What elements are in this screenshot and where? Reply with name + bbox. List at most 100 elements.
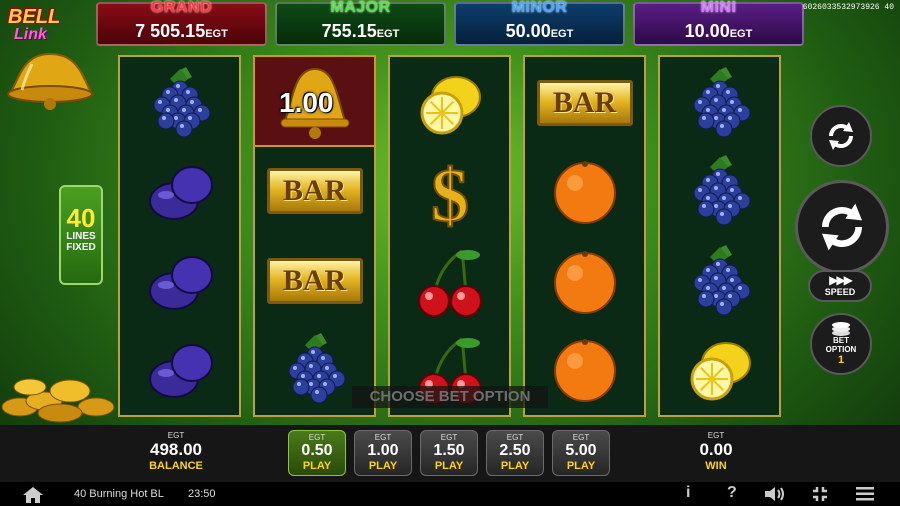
help-icon[interactable]: ? [727,484,737,502]
jackpot-grand-value: 7 505.15EGT [135,21,228,41]
bet-value: 2.50 [499,442,531,459]
jackpot-mini: MINI 10.00EGT [633,0,804,46]
jackpot-grand: GRAND 7 505.15EGT [96,0,267,46]
info-icon[interactable]: i [686,484,690,502]
sound-icon[interactable] [764,486,786,502]
bet-button-1.50[interactable]: EGT 1.50 PLAY [420,430,478,476]
lemon-symbol [390,59,509,147]
jackpot-panel: GRAND 7 505.15EGT MAJOR 755.15EGT MINOR … [96,0,806,48]
plum-symbol [120,325,239,413]
bet-option-label-2: OPTION [825,345,857,354]
bet-value: 5.00 [565,442,597,459]
reel-3: $ [388,55,511,417]
autoplay-button[interactable] [810,105,872,167]
jackpot-mini-value: 10.00EGT [684,21,753,41]
bet-button-1.00[interactable]: EGT 1.00 PLAY [354,430,412,476]
autoplay-icon [829,122,853,150]
grape-symbol [660,59,779,147]
win-label: WIN [705,460,727,472]
bar-symbol: BAR [255,147,374,235]
bet-currency: EGT [440,433,458,442]
bet-option-value: 1 [837,354,845,366]
jackpot-minor-value: 50.00EGT [505,21,574,41]
balance-value: 498.00 [150,440,202,459]
bet-button-2.50[interactable]: EGT 2.50 PLAY [486,430,544,476]
balance-label: BALANCE [149,460,203,472]
grape-icon [288,333,345,404]
fullscreen-icon[interactable] [812,486,828,502]
bar-icon: BAR [266,168,363,214]
fast-forward-icon: ▶▶▶ [829,273,853,287]
reel-1 [118,55,241,417]
lines-fixed-badge: 40 LINES FIXED [59,185,103,285]
orange-symbol [525,147,644,235]
lemon-icon [420,76,481,135]
fixed-label: FIXED [66,242,96,253]
grape-icon [693,245,750,316]
lines-count: 40 [66,203,96,233]
bottom-control-bar: EGT 498.00 BALANCE EGT 0.50 PLAY EGT 1.00 PLA… [0,425,900,482]
jackpot-major-title: MAJOR [330,0,391,16]
orange-icon [553,339,616,402]
bet-currency: EGT [374,433,392,442]
bet-option-button[interactable]: BET OPTION 1 [810,313,872,375]
spin-icon [822,203,862,251]
home-icon[interactable] [22,486,44,504]
dollar-symbol: $ [390,147,509,235]
balance-currency: EGT [167,431,185,440]
dollar-icon: $ [430,153,470,231]
plum-icon [148,166,213,220]
bet-button-0.50[interactable]: EGT 0.50 PLAY [288,430,346,476]
orange-symbol [525,237,644,325]
bet-value: 1.50 [433,442,465,459]
grape-icon [693,155,750,226]
bet-currency: EGT [506,433,524,442]
bar-symbol: BAR [525,59,644,147]
logo-subtitle: Link [14,26,47,43]
bell-prize-value: 1.00 [279,87,334,118]
cherry-symbol [390,237,509,325]
bell-link-logo: BELL Link [2,2,102,112]
bet-label: PLAY [434,460,464,472]
bet-currency: EGT [308,433,326,442]
grape-icon [153,67,210,138]
lemon-icon [690,342,751,401]
win-display: EGT 0.00 WIN [690,431,742,472]
jackpot-minor-title: MINOR [511,0,568,16]
plum-symbol [120,147,239,235]
grape-icon [693,67,750,138]
bet-button-5.00[interactable]: EGT 5.00 PLAY [552,430,610,476]
reel-5 [658,55,781,417]
bar-icon: BAR [266,258,363,304]
bet-label: PLAY [302,460,332,472]
jackpot-major-value: 755.15EGT [321,21,400,41]
speed-button[interactable]: ▶▶▶ SPEED [808,270,872,302]
lemon-symbol [660,325,779,413]
bet-label: PLAY [566,460,596,472]
grape-symbol [660,147,779,235]
bet-currency: EGT [572,433,590,442]
plum-icon [148,256,213,310]
bar-symbol: BAR [255,237,374,325]
bet-label: PLAY [368,460,398,472]
grape-symbol [660,237,779,325]
win-currency: EGT [707,431,725,440]
coin-stack-icon [832,322,850,336]
orange-icon [553,251,616,314]
balance-display: EGT 498.00 BALANCE [140,431,212,472]
coin-pile-icon [0,365,118,425]
lines-label: LINES [66,231,96,242]
game-name: 40 Burning Hot BL [74,488,164,500]
bet-option-label-1: BET [833,336,849,345]
reel-4: BAR [523,55,646,417]
reels-area: 1.00 BAR BAR $ BAR [118,55,783,417]
bell-symbol: 1.00 [253,55,376,147]
menu-icon[interactable] [856,487,874,501]
spin-button[interactable] [795,180,889,274]
grape-symbol [120,59,239,147]
orange-icon [553,161,616,224]
jackpot-grand-title: GRAND [150,0,213,16]
jackpot-mini-title: MINI [700,0,737,16]
jackpot-minor: MINOR 50.00EGT [454,0,625,46]
speed-label: SPEED [824,287,856,297]
